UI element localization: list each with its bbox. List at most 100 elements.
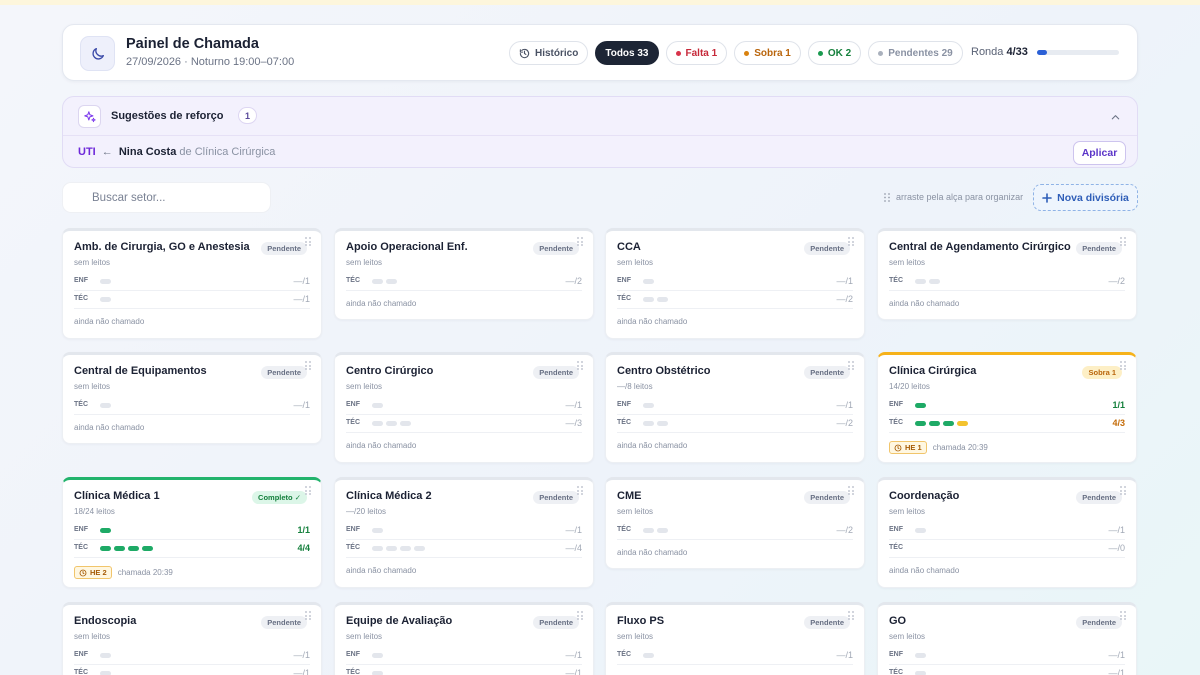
sector-name: Central de Equipamentos bbox=[74, 365, 207, 377]
staff-slot bbox=[100, 403, 111, 408]
staff-slots bbox=[372, 546, 425, 551]
staff-role: TÉC bbox=[74, 669, 88, 675]
staff-row: ENF —/1 bbox=[346, 525, 582, 537]
history-button[interactable]: Histórico bbox=[509, 41, 589, 65]
staff-slot bbox=[100, 546, 111, 551]
sector-card[interactable]: CCA sem leitos Pendente ENF —/1 TÉC —/2 ainda n… bbox=[605, 228, 865, 339]
ok-dot bbox=[817, 50, 823, 56]
filter-sobra[interactable]: Sobra 1 bbox=[734, 41, 801, 65]
drag-handle-icon[interactable] bbox=[305, 611, 311, 620]
drag-handle-icon[interactable] bbox=[848, 237, 854, 246]
drag-handle-icon[interactable] bbox=[577, 486, 583, 495]
staff-role: TÉC bbox=[74, 401, 88, 408]
call-status-text: ainda não chamado bbox=[617, 548, 688, 557]
drag-handle-icon[interactable] bbox=[577, 611, 583, 620]
apply-button[interactable]: Aplicar bbox=[1073, 141, 1126, 165]
sector-card[interactable]: Equipe de Avaliação sem leitos Pendente ENF… bbox=[334, 602, 594, 675]
staff-slots bbox=[915, 421, 968, 426]
staff-row: TÉC —/1 bbox=[889, 668, 1125, 675]
filter-pendentes[interactable]: Pendentes 29 bbox=[868, 41, 963, 65]
suggestions-divider bbox=[63, 135, 1137, 136]
drag-handle-icon[interactable] bbox=[1120, 611, 1126, 620]
filter-ok[interactable]: OK 2 bbox=[807, 41, 862, 65]
drag-handle-icon[interactable] bbox=[848, 611, 854, 620]
sector-name: CCA bbox=[617, 241, 641, 253]
staff-slot bbox=[657, 528, 668, 533]
staff-row: ENF —/1 bbox=[617, 276, 853, 288]
row-divider bbox=[74, 290, 310, 291]
drag-handle-icon[interactable] bbox=[1120, 486, 1126, 495]
sector-card[interactable]: Clínica Médica 1 18/24 leitos Completo ✓ EN… bbox=[62, 477, 322, 588]
row-divider bbox=[617, 664, 853, 665]
sector-card[interactable]: Coordenação sem leitos Pendente ENF —/1 TÉC —/… bbox=[877, 477, 1137, 588]
sector-card[interactable]: Apoio Operacional Enf. sem leitos Pendente… bbox=[334, 228, 594, 320]
call-status-text: ainda não chamado bbox=[74, 317, 145, 326]
drag-handle-icon[interactable] bbox=[577, 237, 583, 246]
sector-card[interactable]: Central de Equipamentos sem leitos Pendent… bbox=[62, 352, 322, 444]
drag-handle-icon[interactable] bbox=[577, 361, 583, 370]
staff-slots bbox=[643, 279, 654, 284]
staff-slot bbox=[386, 546, 397, 551]
call-status: ainda não chamado bbox=[617, 548, 687, 557]
filter-pendentes-label: Pendentes 29 bbox=[888, 47, 953, 59]
staff-slots bbox=[100, 671, 111, 675]
call-status: ainda não chamado bbox=[346, 566, 416, 575]
staff-count: —/1 bbox=[565, 525, 582, 535]
sector-card[interactable]: Centro Cirúrgico sem leitos Pendente ENF —/1… bbox=[334, 352, 594, 463]
sector-name: Endoscopia bbox=[74, 615, 137, 627]
sector-card[interactable]: GO sem leitos Pendente ENF —/1 TÉC —/1 bbox=[877, 602, 1137, 675]
sector-card[interactable]: Endoscopia sem leitos Pendente ENF —/1 TÉC —/1 bbox=[62, 602, 322, 675]
staff-row: ENF 1/1 bbox=[889, 400, 1125, 412]
staff-slot bbox=[128, 546, 139, 551]
drag-handle-icon[interactable] bbox=[305, 237, 311, 246]
drag-hint-text: arraste pela alça para organizar bbox=[896, 192, 1024, 202]
row-divider bbox=[889, 664, 1125, 665]
sector-beds: 18/24 leitos bbox=[74, 507, 115, 516]
status-badge: Pendente bbox=[261, 242, 307, 255]
drag-handle-icon[interactable] bbox=[848, 486, 854, 495]
staff-role: ENF bbox=[889, 651, 903, 658]
drag-handle-icon[interactable] bbox=[305, 361, 311, 370]
staff-role: ENF bbox=[346, 526, 360, 533]
suggestion-target: UTI bbox=[78, 146, 96, 158]
sector-card[interactable]: Clínica Cirúrgica 14/20 leitos Sobra 1 ENF 1… bbox=[877, 352, 1137, 463]
drag-handle-icon[interactable] bbox=[1120, 361, 1126, 370]
sector-card[interactable]: Amb. de Cirurgia, GO e Anestesia sem leit… bbox=[62, 228, 322, 339]
chevron-up-icon[interactable] bbox=[1110, 110, 1121, 128]
search-input[interactable]: Buscar setor... bbox=[62, 182, 271, 213]
filter-todos[interactable]: Todos 33 bbox=[595, 41, 659, 65]
sector-name: Apoio Operacional Enf. bbox=[346, 241, 468, 253]
staff-count: —/1 bbox=[565, 400, 582, 410]
drag-handle-icon[interactable] bbox=[848, 361, 854, 370]
staff-role: TÉC bbox=[74, 544, 88, 551]
sector-card[interactable]: Clínica Médica 2 —/20 leitos Pendente ENF —/… bbox=[334, 477, 594, 588]
staff-role: ENF bbox=[74, 526, 88, 533]
staff-role: TÉC bbox=[346, 419, 360, 426]
row-divider bbox=[74, 539, 310, 540]
status-badge: Sobra 1 bbox=[1082, 366, 1122, 379]
drag-handle-icon[interactable] bbox=[305, 486, 311, 495]
staff-slot bbox=[943, 421, 954, 426]
staff-row: TÉC 4/3 bbox=[889, 418, 1125, 430]
sector-card[interactable]: Fluxo PS sem leitos Pendente TÉC —/1 bbox=[605, 602, 865, 675]
drag-handle-icon[interactable] bbox=[1120, 237, 1126, 246]
sector-name: Coordenação bbox=[889, 490, 960, 502]
staff-count: —/1 bbox=[565, 650, 582, 660]
staff-role: ENF bbox=[889, 526, 903, 533]
sector-card[interactable]: CME sem leitos Pendente TÉC —/2 ainda não cha… bbox=[605, 477, 865, 569]
row-divider bbox=[346, 539, 582, 540]
row-divider bbox=[74, 557, 310, 558]
sector-card[interactable]: Central de Agendamento Cirúrgico sem leit… bbox=[877, 228, 1137, 320]
staff-slot bbox=[372, 653, 383, 658]
clock-icon bbox=[79, 569, 87, 576]
sector-beds: sem leitos bbox=[346, 632, 383, 641]
staff-slots bbox=[643, 403, 654, 408]
staff-row: TÉC —/2 bbox=[617, 294, 853, 306]
new-division-button[interactable]: Nova divisória bbox=[1033, 184, 1138, 211]
filter-falta[interactable]: Falta 1 bbox=[665, 41, 728, 65]
staff-slots bbox=[915, 528, 926, 533]
staff-role: TÉC bbox=[889, 419, 903, 426]
sector-card[interactable]: Centro Obstétrico —/8 leitos Pendente ENF —/… bbox=[605, 352, 865, 463]
call-status: ainda não chamado bbox=[74, 423, 144, 432]
history-label: Histórico bbox=[535, 47, 579, 59]
